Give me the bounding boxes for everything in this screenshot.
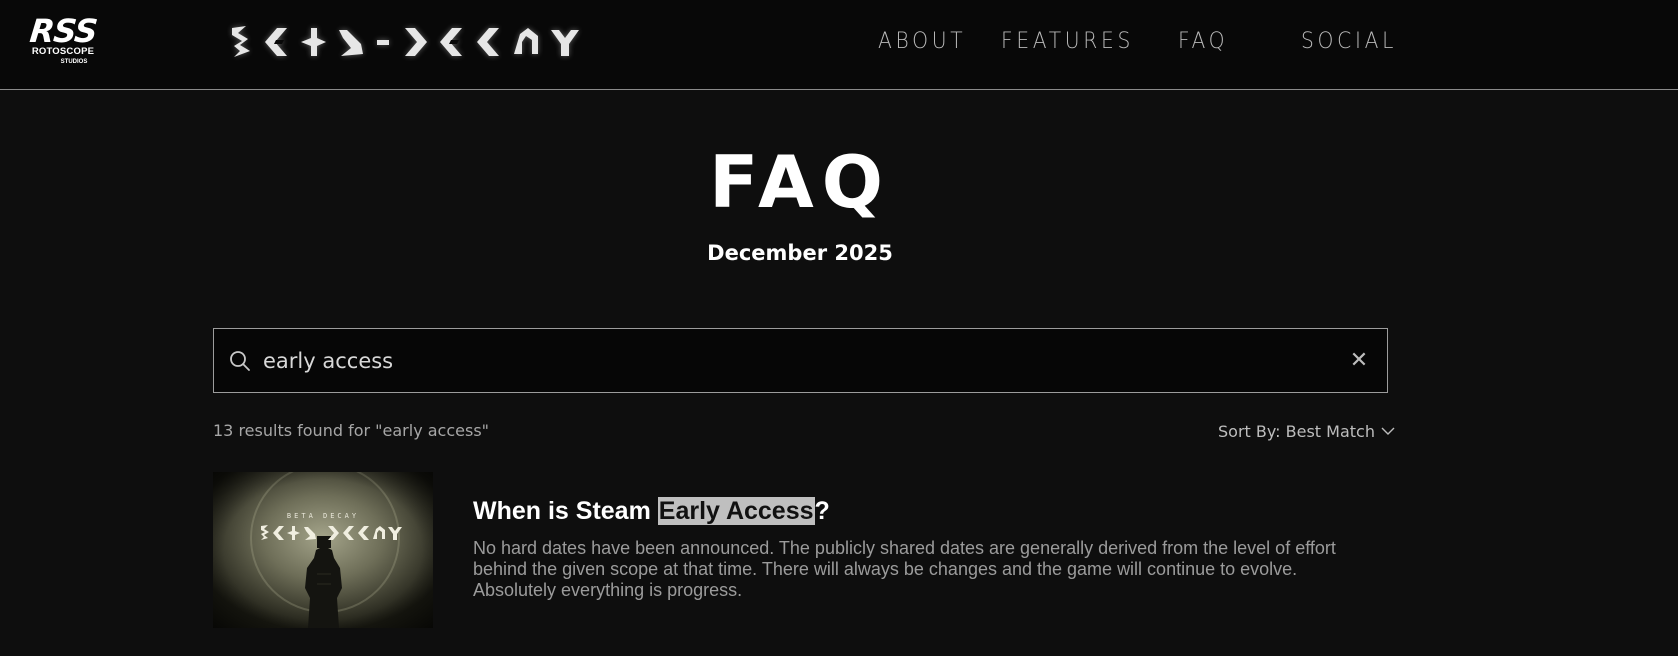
wordmark-glyph-e2 [440, 28, 462, 56]
faq-result-item[interactable]: BETA DECAY When is Steam Early Access? N… [213, 472, 1388, 632]
nav-faq[interactable]: FAQ [1178, 24, 1228, 60]
thumbnail-tagline: BETA DECAY [286, 512, 360, 520]
search-icon [230, 351, 250, 371]
search-input[interactable] [263, 341, 1323, 381]
logo-line2-text: STUDIOS [60, 59, 88, 65]
rotoscope-studios-logo[interactable]: RSS ROTOSCOPE STUDIOS [28, 12, 99, 72]
result-count: 13 results found for "early access" [213, 421, 490, 440]
faq-search-box: ✕ [213, 328, 1388, 393]
result-title-prefix: When is Steam [473, 497, 658, 525]
search-highlight: Early Access [657, 497, 815, 525]
site-header: RSS ROTOSCOPE STUDIOS ABOUT FEATURES FAQ… [0, 0, 1678, 90]
close-icon[interactable]: ✕ [1347, 349, 1371, 373]
wordmark-glyph-c [477, 28, 499, 56]
beta-decay-wordmark[interactable] [226, 20, 581, 64]
result-thumbnail[interactable]: BETA DECAY [213, 472, 433, 628]
wordmark-glyph-y [551, 30, 579, 56]
wordmark-glyph-a2 [514, 28, 538, 54]
sort-dropdown[interactable]: Sort By: Best Match [1218, 420, 1395, 442]
nav-features[interactable]: FEATURES [1001, 24, 1134, 60]
wordmark-glyph-d [405, 28, 427, 56]
wordmark-glyph-e [265, 28, 287, 56]
logo-main-text: RSS [28, 12, 99, 50]
page-date: December 2025 [707, 241, 893, 265]
sort-label: Sort By: Best Match [1218, 421, 1375, 441]
wordmark-glyph-a [339, 30, 363, 56]
result-title-suffix: ? [814, 497, 830, 525]
result-excerpt: No hard dates have been announced. The p… [473, 538, 1336, 600]
wordmark-glyph-dash [377, 40, 389, 45]
wordmark-glyph-b [232, 26, 250, 57]
nav-social[interactable]: SOCIAL [1301, 24, 1397, 60]
chevron-down-icon [1381, 427, 1395, 435]
wordmark-glyph-t [301, 28, 326, 56]
nav-about[interactable]: ABOUT [878, 24, 966, 60]
page-title: FAQ [709, 140, 891, 224]
thumbnail-artwork [213, 472, 433, 628]
result-title[interactable]: When is Steam Early Access? [473, 495, 830, 527]
